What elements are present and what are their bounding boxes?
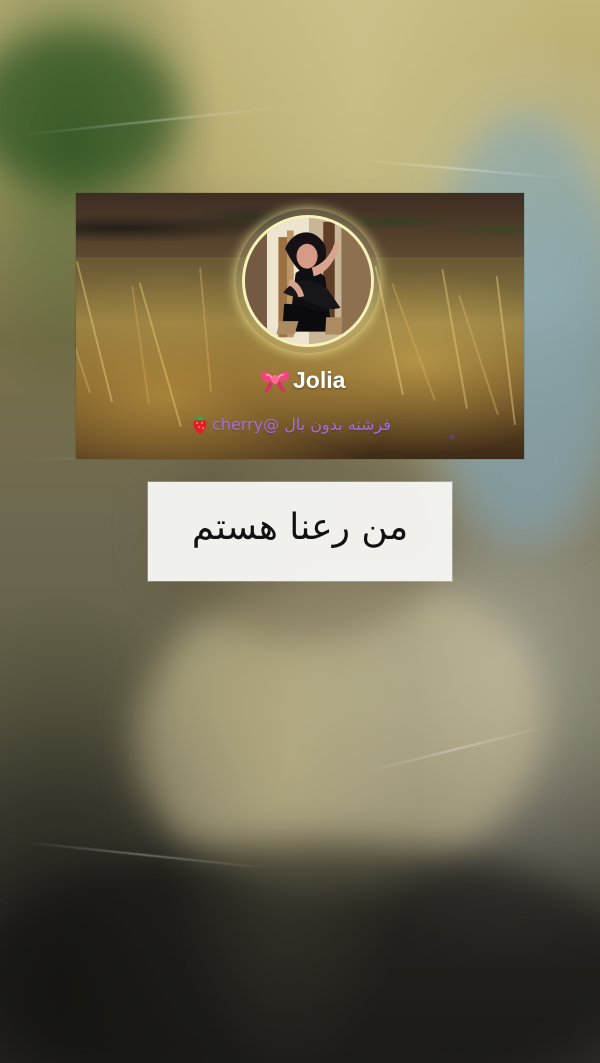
caption-box: من رعنا هستم [148,482,452,581]
background-foliage-blur [0,30,180,190]
small-sparkle-icon: ✦ [447,430,458,444]
caption-text: من رعنا هستم [191,507,409,548]
story-screen: Jolia فرشته بدون بال @cherry ✦ من رعنا ه… [0,0,600,1063]
strawberry-icon [193,415,207,434]
profile-bio[interactable]: فرشته بدون بال @cherry [190,409,430,439]
background-lower-shadow-blur [0,843,600,1063]
profile-bio-text: فرشته بدون بال @cherry [212,414,391,434]
profile-name-text: Jolia [293,366,346,393]
grass-stroke [131,286,150,406]
ribbon-bow-icon [260,371,290,392]
grass-stroke [76,278,91,394]
grass-stroke [76,261,113,403]
grass-stroke [495,275,516,426]
profile-name[interactable]: Jolia [259,363,345,397]
grass-stroke [391,283,436,402]
profile-avatar-photo [245,218,371,344]
grass-stroke [199,267,212,393]
profile-card[interactable]: Jolia فرشته بدون بال @cherry ✦ [76,193,524,459]
grass-stroke [441,268,468,410]
grass-stroke [138,282,182,428]
avatar[interactable] [242,215,374,347]
